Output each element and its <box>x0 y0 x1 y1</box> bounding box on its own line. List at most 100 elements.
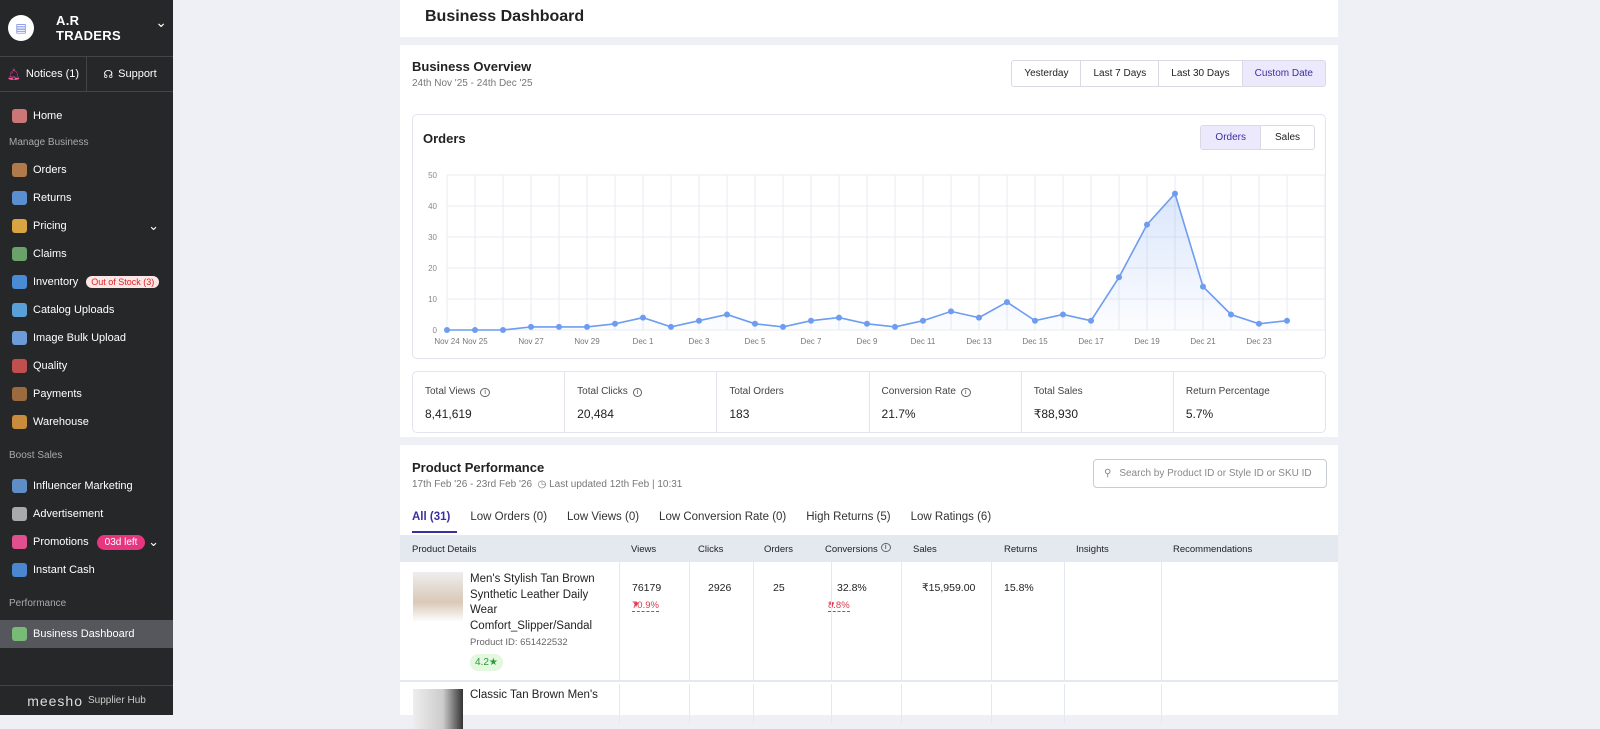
tab-low-orders[interactable]: Low Orders (0) <box>463 511 554 533</box>
info-icon[interactable]: i <box>881 543 891 552</box>
sidebar-item-catalog-uploads[interactable]: Catalog Uploads <box>0 296 173 324</box>
notices-button[interactable]: 🔔︎ Notices (1) <box>0 57 87 91</box>
filter-custom-date[interactable]: Custom Date <box>1241 61 1325 86</box>
data-point-dec-3 <box>696 317 702 324</box>
stat-value: 5.7% <box>1185 407 1214 421</box>
views-value: 76179 <box>632 582 662 594</box>
data-point-dec-15 <box>1032 317 1038 324</box>
tab-low-conversion-rate[interactable]: Low Conversion Rate (0) <box>652 511 793 533</box>
headset-icon: ☊ <box>103 68 114 81</box>
data-point-dec-20 <box>1172 190 1178 197</box>
info-icon[interactable]: i <box>632 388 643 397</box>
chevron-down-icon[interactable]: ⌄ <box>155 14 167 31</box>
data-point-dec-18 <box>1116 274 1122 281</box>
data-point-dec-22 <box>1228 311 1234 318</box>
payments-icon <box>12 387 27 401</box>
stat-label-text: Total Clicks <box>577 386 628 397</box>
stat-label-text: Return Percentage <box>1185 386 1270 397</box>
sidebar-item-orders[interactable]: Orders <box>0 156 173 184</box>
column-conversions: Conversions <box>825 544 878 555</box>
data-point-dec-1 <box>640 314 646 321</box>
product-tabs: All (31) Low Orders (0) Low Views (0) Low C… <box>412 511 998 533</box>
sidebar-item-image-bulk-upload[interactable]: Image Bulk Upload <box>0 324 173 352</box>
section-boost-sales: Boost Sales <box>9 450 63 461</box>
table-row[interactable]: Men's Stylish Tan Brown Synthetic Leathe… <box>400 562 1338 682</box>
conversions-value: 32.8% <box>837 582 867 594</box>
returns-value: 15.8% <box>1004 582 1034 594</box>
sidebar-item-claims[interactable]: Claims <box>0 240 173 268</box>
column-sales: Sales <box>913 544 937 555</box>
filter-last-30-days[interactable]: Last 30 Days <box>1158 61 1241 86</box>
bell-icon: 🔔︎ <box>6 68 21 81</box>
account-switcher[interactable]: ▤ A.R TRADERS ⌄ <box>0 0 173 57</box>
sidebar-item-inventory[interactable]: Inventory Out of Stock (3) <box>0 268 173 296</box>
stat-value: 8,41,619 <box>425 407 472 421</box>
data-point-nov-25 <box>472 327 478 333</box>
sidebar-item-pricing[interactable]: Pricing ⌄ <box>0 212 173 240</box>
filter-last-7-days[interactable]: Last 7 Days <box>1080 61 1158 86</box>
product-id: Product ID: 651422532 <box>470 637 568 648</box>
tab-all[interactable]: All (31) <box>412 511 458 533</box>
product-search-input[interactable]: ⚲ Search by Product ID or Style ID or SKU… <box>1093 459 1327 488</box>
info-icon[interactable]: i <box>480 388 490 397</box>
views-change[interactable]: 70.9% <box>632 600 659 612</box>
section-performance: Performance <box>9 598 67 609</box>
x-tick-label: Dec 13 <box>966 337 992 346</box>
promotions-icon <box>12 535 27 549</box>
data-point-dec-7 <box>808 317 814 324</box>
info-icon[interactable]: i <box>961 388 971 397</box>
label: Payments <box>33 388 82 400</box>
sidebar-item-promotions[interactable]: Promotions 03d left ⌄ <box>0 528 173 556</box>
search-icon: ⚲ <box>1104 468 1112 479</box>
notices-label: Notices (1) <box>25 68 80 80</box>
footer-brand: meesho Supplier Hub <box>0 685 173 715</box>
y-tick-label: 0 <box>433 326 438 335</box>
filter-yesterday[interactable]: Yesterday <box>1012 61 1080 86</box>
tab-high-returns[interactable]: High Returns (5) <box>799 511 897 533</box>
data-point-dec-24 <box>1284 317 1290 324</box>
table-row[interactable]: Classic Tan Brown Men's <box>400 684 1338 729</box>
sidebar-item-home[interactable]: Home <box>0 102 173 130</box>
stat-return-percentage: Return Percentage 5.7% <box>1172 372 1325 432</box>
product-name[interactable]: Men's Stylish Tan Brown Synthetic Leathe… <box>470 572 605 634</box>
stat-label-text: Total Orders <box>729 386 784 397</box>
orders-chart: 0 10 20 30 40 50 Nov 24 Nov 25 Nov 27 Nov 29 Dec 1… <box>428 171 1326 346</box>
sidebar-item-quality[interactable]: Quality <box>0 352 173 380</box>
x-tick-label: Nov 29 <box>574 337 600 346</box>
stat-label: Total Clicks i <box>577 386 704 397</box>
chevron-down-icon[interactable]: ⌄ <box>148 218 159 234</box>
sidebar-item-business-dashboard[interactable]: Business Dashboard <box>0 620 173 648</box>
data-point-nov-28 <box>556 323 562 330</box>
data-point-dec-14 <box>1004 299 1010 306</box>
tab-low-views[interactable]: Low Views (0) <box>560 511 646 533</box>
sidebar-item-influencer-marketing[interactable]: Influencer Marketing <box>0 472 173 500</box>
y-tick-label: 30 <box>428 233 437 242</box>
sidebar-item-payments[interactable]: Payments <box>0 380 173 408</box>
product-name[interactable]: Classic Tan Brown Men's <box>470 689 598 701</box>
chevron-down-icon[interactable]: ⌄ <box>148 534 159 550</box>
label: Warehouse <box>33 416 89 428</box>
data-point-dec-2 <box>668 323 674 330</box>
stat-label-text: Total Sales <box>1033 386 1083 397</box>
data-point-dec-19 <box>1144 221 1150 228</box>
product-image <box>413 689 463 729</box>
stat-value: ₹88,930 <box>1033 407 1079 421</box>
tab-low-ratings[interactable]: Low Ratings (6) <box>904 511 999 533</box>
sidebar-item-returns[interactable]: Returns <box>0 184 173 212</box>
product-image <box>413 572 463 622</box>
sidebar-item-advertisement[interactable]: Advertisement <box>0 500 173 528</box>
x-tick-label: Dec 15 <box>1022 337 1048 346</box>
stat-label: Total Orders <box>729 386 856 397</box>
stat-label: Conversion Rate i <box>882 386 1009 397</box>
data-point-dec-13 <box>976 314 982 321</box>
rating-badge: 4.2★ <box>470 654 503 671</box>
store-logo-icon: ▤ <box>8 15 34 41</box>
sidebar-item-warehouse[interactable]: Warehouse <box>0 408 173 436</box>
label: Claims <box>33 248 67 260</box>
support-button[interactable]: ☊ Support <box>87 57 173 91</box>
overview-title: Business Overview <box>412 59 532 74</box>
clock-icon: ◷ <box>537 479 547 490</box>
sidebar-item-instant-cash[interactable]: Instant Cash <box>0 556 173 584</box>
advertisement-icon <box>12 507 27 521</box>
label: Advertisement <box>33 508 104 520</box>
